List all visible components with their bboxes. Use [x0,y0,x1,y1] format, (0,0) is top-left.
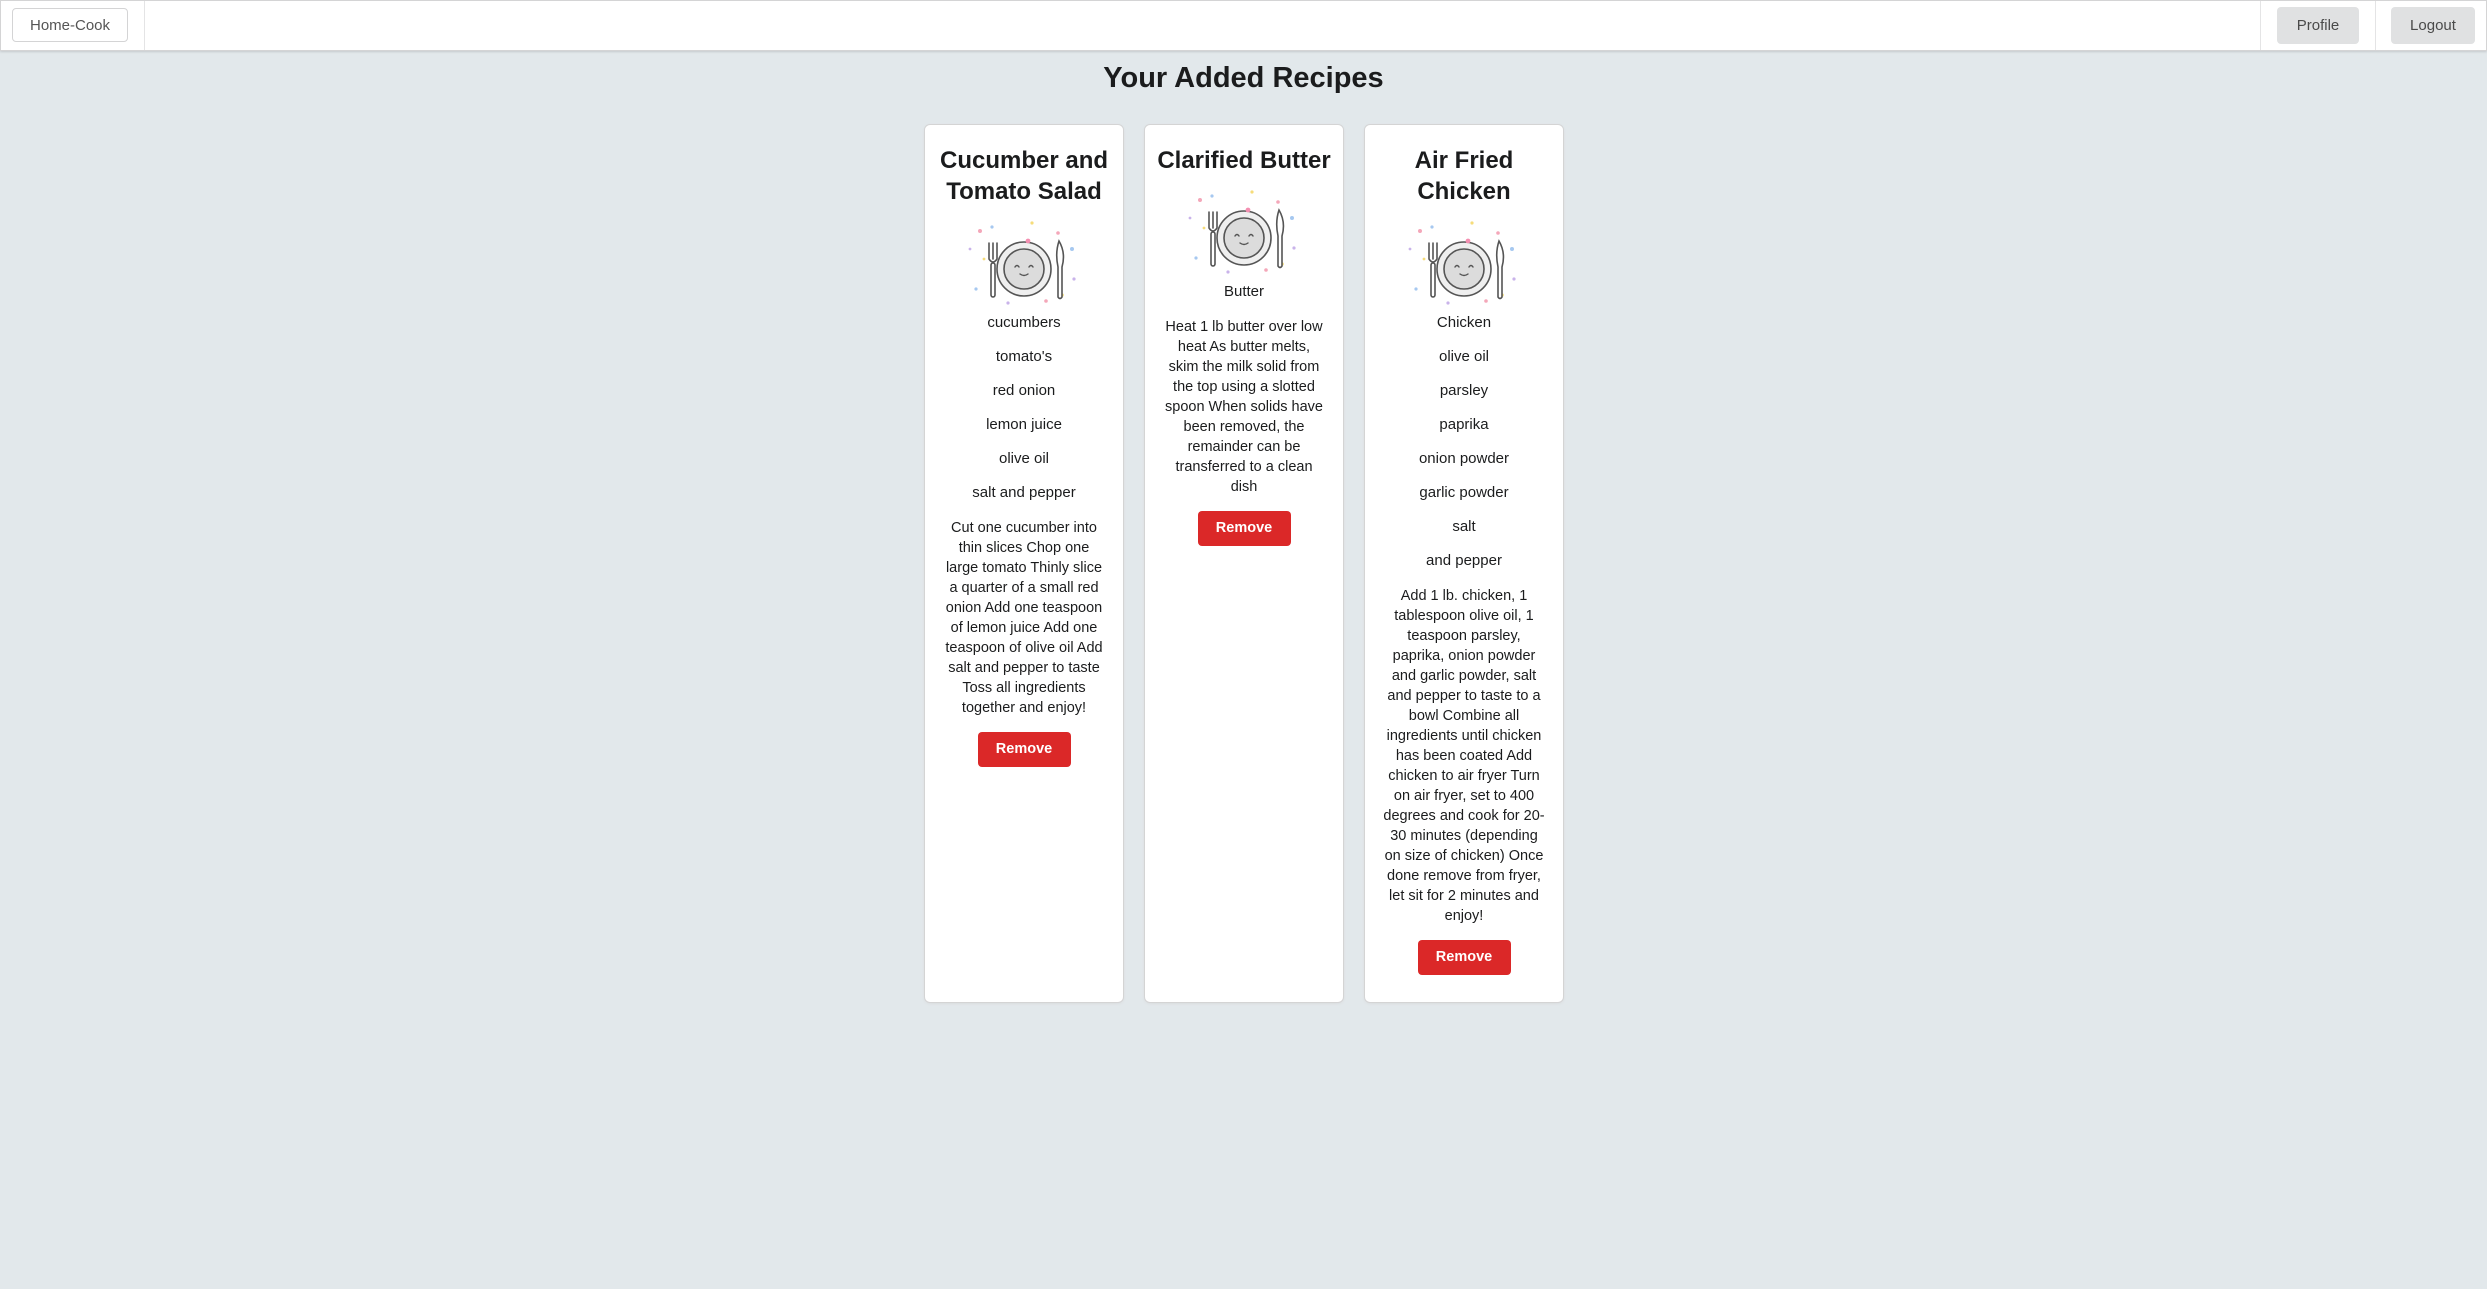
ingredient-item: paprika [1439,416,1489,433]
ingredient-item: Butter [1223,283,1265,300]
ingredient-item: lemon juice [986,416,1062,433]
ingredient-item: Chicken [1436,314,1492,331]
ingredient-item: garlic powder [1419,484,1509,501]
ingredient-item: onion powder [1418,450,1510,467]
nav-divider [144,1,145,50]
ingredient-list: Butter [1145,282,1343,316]
remove-recipe-button[interactable]: Remove [1417,940,1511,975]
profile-button[interactable]: Profile [2277,7,2359,44]
plate-with-cutlery-icon [1188,190,1296,274]
recipe-instructions: Cut one cucumber into thin slices Chop o… [945,520,1103,716]
ingredient-item: and pepper [1426,552,1502,569]
ingredient-item: parsley [1439,382,1489,399]
plate-with-cutlery-icon [1408,221,1516,305]
recipe-card: Air Fried Chicken Chicken olive oil pars… [1365,125,1563,1002]
page-title: Your Added Recipes [1103,62,1384,94]
home-cook-brand-button[interactable]: Home-Cook [12,8,128,42]
recipe-card: Clarified Butter Butter Heat 1 lb butter… [1145,125,1343,1002]
ingredient-item: salt and pepper [972,484,1076,501]
ingredient-list: Chicken olive oil parsley paprika onion … [1365,313,1563,585]
recipe-card: Cucumber and Tomato Salad cucumbers toma… [925,125,1123,1002]
recipe-instructions: Heat 1 lb butter over low heat As butter… [1165,319,1323,495]
ingredient-item: tomato's [995,348,1053,365]
recipe-title: Clarified Butter [1157,147,1331,174]
recipe-instructions: Add 1 lb. chicken, 1 tablespoon olive oi… [1383,588,1545,924]
ingredient-item: salt [1452,518,1476,535]
ingredient-item: red onion [992,382,1056,399]
remove-recipe-button[interactable]: Remove [1197,511,1291,546]
recipe-title: Air Fried Chicken [1414,147,1514,205]
top-navbar: Home-Cook Profile Logout [0,0,2487,51]
nav-divider [2375,1,2376,50]
nav-divider [2260,1,2261,50]
ingredient-item: olive oil [1438,348,1490,365]
remove-recipe-button[interactable]: Remove [977,732,1071,767]
ingredient-item: olive oil [998,450,1050,467]
recipe-title: Cucumber and Tomato Salad [939,147,1109,205]
ingredient-item: cucumbers [987,314,1061,331]
ingredient-list: cucumbers tomato's red onion lemon juice… [925,313,1123,517]
logout-button[interactable]: Logout [2391,7,2475,44]
plate-with-cutlery-icon [968,221,1076,305]
